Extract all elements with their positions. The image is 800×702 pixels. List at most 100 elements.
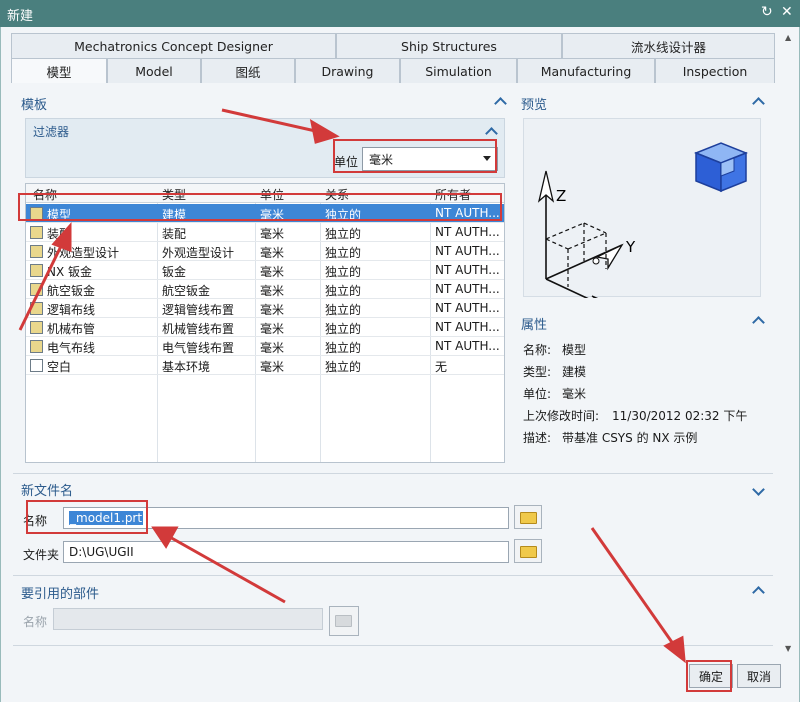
cell-relation: 独立的: [325, 322, 362, 336]
tab-inspection[interactable]: Inspection: [655, 58, 775, 83]
table-row[interactable]: 空白 基本环境 毫米 独立的 无: [26, 356, 504, 375]
template-icon: [30, 264, 43, 277]
cell-owner: NT AUTH...: [435, 339, 500, 353]
ref-name-label: 名称: [23, 615, 48, 629]
window-title: 新建: [7, 9, 34, 24]
table-row[interactable]: 逻辑布线 逻辑管线布置 毫米 独立的 NT AUTH...: [26, 299, 504, 318]
new-file-section-title: 新文件名: [21, 484, 74, 499]
cell-type: 装配: [162, 227, 187, 241]
model-block-icon: [693, 142, 749, 193]
template-icon: [30, 302, 43, 315]
scroll-up-icon[interactable]: ▲: [785, 33, 791, 42]
folder-label: 文件夹: [23, 548, 60, 562]
cell-name: 空白: [47, 360, 72, 374]
axis-y-label: Y: [625, 238, 636, 256]
prop-modified-label: 上次修改时间:: [523, 409, 600, 423]
ref-browse-button: [329, 606, 359, 636]
cell-unit: 毫米: [260, 227, 285, 241]
cell-relation: 独立的: [325, 360, 362, 374]
cell-unit: 毫米: [260, 265, 285, 279]
annotation-box-unit: [333, 139, 497, 173]
new-file-dialog: Mechatronics Concept Designer Ship Struc…: [0, 27, 800, 702]
cell-owner: NT AUTH...: [435, 225, 500, 239]
tab-row-bottom: 模型 Model 图纸 Drawing Simulation Manufactu…: [11, 58, 775, 83]
tab-pipeline-designer[interactable]: 流水线设计器: [562, 33, 775, 58]
cell-name: NX 钣金: [47, 265, 93, 279]
cell-relation: 独立的: [325, 227, 362, 241]
prop-desc-value: 带基准 CSYS 的 NX 示例: [562, 431, 698, 445]
folder-icon: [520, 512, 537, 524]
cell-type: 基本环境: [162, 360, 211, 374]
axis-x-label: X: [618, 297, 628, 298]
collapse-newfile-icon[interactable]: [752, 483, 765, 496]
tab-manufacturing[interactable]: Manufacturing: [517, 58, 655, 83]
ref-parts-section-header[interactable]: 要引用的部件: [15, 580, 771, 602]
cell-unit: 毫米: [260, 303, 285, 317]
ref-parts-section-title: 要引用的部件: [21, 587, 100, 602]
reset-icon[interactable]: ↻: [761, 4, 773, 20]
table-row[interactable]: NX 钣金 钣金 毫米 独立的 NT AUTH...: [26, 261, 504, 280]
template-icon: [30, 283, 43, 296]
cell-owner: NT AUTH...: [435, 282, 500, 296]
table-row[interactable]: 外观造型设计 外观造型设计 毫米 独立的 NT AUTH...: [26, 242, 504, 261]
cell-name: 逻辑布线: [47, 303, 96, 317]
cell-type: 钣金: [162, 265, 187, 279]
prop-modified-value: 11/30/2012 02:32 下午: [612, 409, 748, 423]
ref-name-input: [53, 608, 323, 630]
title-bar: 新建 ↻ ✕: [0, 0, 800, 27]
template-section-header[interactable]: 模板: [15, 91, 511, 113]
collapse-filter-icon[interactable]: [485, 127, 498, 140]
cell-owner: NT AUTH...: [435, 320, 500, 334]
table-row[interactable]: 装配 装配 毫米 独立的 NT AUTH...: [26, 223, 504, 242]
tab-drawing-cn[interactable]: 图纸: [201, 58, 295, 83]
template-table: 名称 类型 单位 关系 所有者 模型 建模 毫米 独立的 NT AUTH... 装配 装配毫…: [25, 183, 505, 463]
properties-panel: 属性 名称: 模型 类型: 建模 单位: 毫米 上次修改时间: 11/30/20…: [515, 308, 771, 458]
browse-folder-button[interactable]: [514, 539, 542, 563]
collapse-refparts-icon[interactable]: [752, 586, 765, 599]
csys-preview-graphic: Z Y X: [537, 142, 749, 315]
tab-model-cn[interactable]: 模型: [11, 58, 107, 83]
cell-type: 航空钣金: [162, 284, 211, 298]
preview-image: Z Y X: [523, 118, 761, 315]
prop-desc-label: 描述:: [523, 431, 552, 445]
axis-z-label: Z: [556, 187, 566, 205]
cell-owner: 无: [435, 360, 448, 374]
cell-relation: 独立的: [325, 341, 362, 355]
tab-model[interactable]: Model: [107, 58, 201, 83]
folder-icon: [520, 546, 537, 558]
template-icon: [30, 321, 43, 334]
tab-row-top: Mechatronics Concept Designer Ship Struc…: [11, 33, 775, 58]
prop-type-label: 类型:: [523, 365, 552, 379]
cancel-button[interactable]: 取消: [737, 664, 781, 688]
cell-type: 外观造型设计: [162, 246, 235, 260]
cell-name: 电气布线: [47, 341, 96, 355]
table-row[interactable]: 航空钣金 航空钣金 毫米 独立的 NT AUTH...: [26, 280, 504, 299]
cell-type: 机械管线布置: [162, 322, 235, 336]
cell-relation: 独立的: [325, 303, 362, 317]
tab-mechatronics[interactable]: Mechatronics Concept Designer: [11, 33, 336, 58]
close-icon[interactable]: ✕: [781, 4, 793, 20]
prop-type-value: 建模: [562, 365, 587, 379]
cell-unit: 毫米: [260, 341, 285, 355]
cell-unit: 毫米: [260, 360, 285, 374]
browse-file-button[interactable]: [514, 505, 542, 529]
new-file-section-header[interactable]: 新文件名: [15, 477, 771, 499]
collapse-preview-icon[interactable]: [752, 97, 765, 110]
cell-owner: NT AUTH...: [435, 301, 500, 315]
cell-relation: 独立的: [325, 284, 362, 298]
scroll-down-icon[interactable]: ▼: [785, 644, 791, 653]
collapse-properties-icon[interactable]: [752, 316, 765, 329]
tab-drawing[interactable]: Drawing: [295, 58, 400, 83]
folder-input[interactable]: D:\UG\UGII: [63, 541, 509, 563]
cell-owner: NT AUTH...: [435, 263, 500, 277]
template-icon: [30, 245, 43, 258]
prop-unit-label: 单位:: [523, 387, 552, 401]
table-row[interactable]: 机械布管 机械管线布置 毫米 独立的 NT AUTH...: [26, 318, 504, 337]
filter-title: 过滤器: [33, 125, 70, 139]
tab-ship-structures[interactable]: Ship Structures: [336, 33, 562, 58]
table-row[interactable]: 电气布线 电气管线布置 毫米 独立的 NT AUTH...: [26, 337, 504, 356]
preview-section-header[interactable]: 预览: [515, 91, 771, 113]
tab-simulation[interactable]: Simulation: [400, 58, 517, 83]
collapse-template-icon[interactable]: [494, 97, 507, 110]
cell-name: 机械布管: [47, 322, 96, 336]
